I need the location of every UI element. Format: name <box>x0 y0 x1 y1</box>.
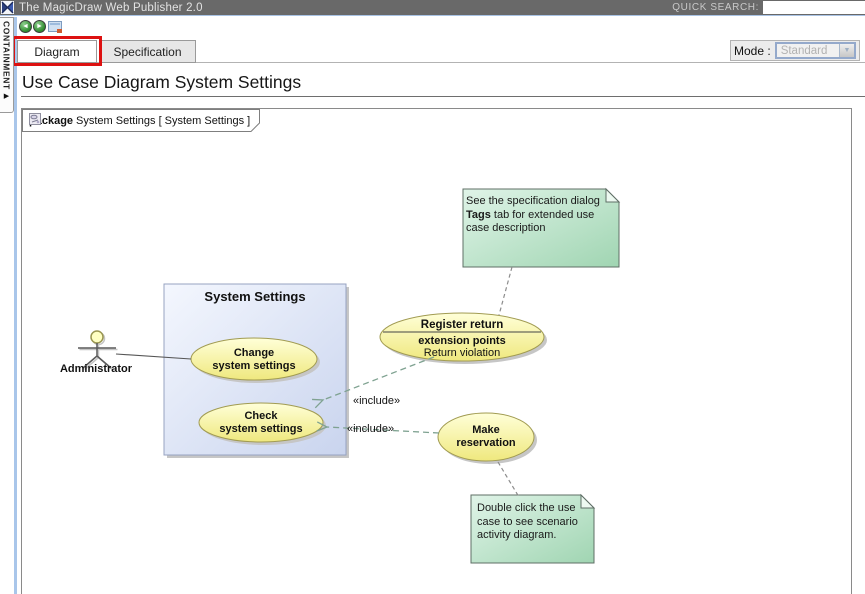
use-case-check-label: Check system settings <box>199 410 323 436</box>
system-settings-box-title: System Settings <box>164 290 346 303</box>
chevron-down-icon: ▼ <box>839 44 854 57</box>
forward-icon: ► <box>36 23 43 30</box>
heading-rule <box>21 96 865 97</box>
note-bottom-line1: Double click the use <box>477 502 593 516</box>
containment-panel-label: CONTAINMENT <box>2 21 12 90</box>
use-case-change-line1: Change <box>188 347 320 360</box>
note-bottom-anchor-line <box>498 462 519 497</box>
show-containment-button[interactable] <box>48 21 62 32</box>
mode-selected-value: Standard <box>777 45 839 57</box>
use-case-diagram-icon <box>29 113 41 125</box>
use-case-register-return-label: Register return <box>378 319 546 332</box>
include-stereotype-label-1: «include» <box>353 395 415 408</box>
quick-search-label: QUICK SEARCH: <box>672 2 759 13</box>
use-case-change-label: Change system settings <box>188 347 320 373</box>
note-bottom-line2: case to see scenario <box>477 516 593 530</box>
expand-arrow-icon: ▶ <box>4 92 9 100</box>
mode-select[interactable]: Standard ▼ <box>775 42 856 59</box>
page-title: Use Case Diagram System Settings <box>22 72 301 93</box>
quick-search-input[interactable] <box>763 1 865 14</box>
package-header: package System Settings [ System Setting… <box>29 113 250 128</box>
package-name-pre: System Settings [ <box>76 115 162 127</box>
tab-specification-label: Specification <box>113 45 181 59</box>
mode-label: Mode : <box>734 44 771 58</box>
use-case-change-line2: system settings <box>188 360 320 373</box>
include-stereotype-label-2: «include» <box>347 423 409 436</box>
note-top-anchor-line <box>499 267 512 315</box>
package-name-post: System Settings ] <box>165 115 251 127</box>
back-button[interactable]: ◄ <box>19 20 32 33</box>
magicdraw-web-publisher-window: The MagicDraw Web Publisher 2.0 QUICK SE… <box>0 0 865 594</box>
panel-icon <box>50 23 60 25</box>
note-bottom-line3: activity diagram. <box>477 529 593 543</box>
note-top-line2-rest: tab for extended use <box>491 209 594 221</box>
use-case-make-line1: Make <box>436 424 536 437</box>
use-case-check-line1: Check <box>199 410 323 423</box>
panel-splitter[interactable] <box>14 17 17 594</box>
note-top-line2: Tags tab for extended use <box>466 209 618 223</box>
annotation-highlight-rect <box>12 36 102 66</box>
panel-icon-accent <box>57 29 62 33</box>
note-top-line3: case description <box>466 222 618 236</box>
magicdraw-logo-icon <box>1 1 14 14</box>
back-icon: ◄ <box>22 23 29 30</box>
title-bar: The MagicDraw Web Publisher 2.0 QUICK SE… <box>0 0 865 16</box>
use-case-check-line2: system settings <box>199 423 323 436</box>
note-bottom-text: Double click the use case to see scenari… <box>477 502 593 543</box>
actor-administrator-label: Administrator <box>44 363 148 376</box>
extension-point-value: Return violation <box>378 347 546 360</box>
tab-specification[interactable]: Specification <box>99 40 196 63</box>
mode-panel: Mode : Standard ▼ <box>730 40 860 61</box>
note-top-line2-bold: Tags <box>466 209 491 221</box>
forward-button[interactable]: ► <box>33 20 46 33</box>
use-case-make-line2: reservation <box>436 437 536 450</box>
diagram-frame: package System Settings [ System Setting… <box>21 108 852 594</box>
note-top-line1: See the specification dialog <box>466 195 618 209</box>
containment-panel-tab[interactable]: CONTAINMENT ▶ <box>0 17 14 113</box>
app-title: The MagicDraw Web Publisher 2.0 <box>19 2 203 14</box>
use-case-make-label: Make reservation <box>436 424 536 450</box>
note-top-text: See the specification dialog Tags tab fo… <box>466 195 618 236</box>
